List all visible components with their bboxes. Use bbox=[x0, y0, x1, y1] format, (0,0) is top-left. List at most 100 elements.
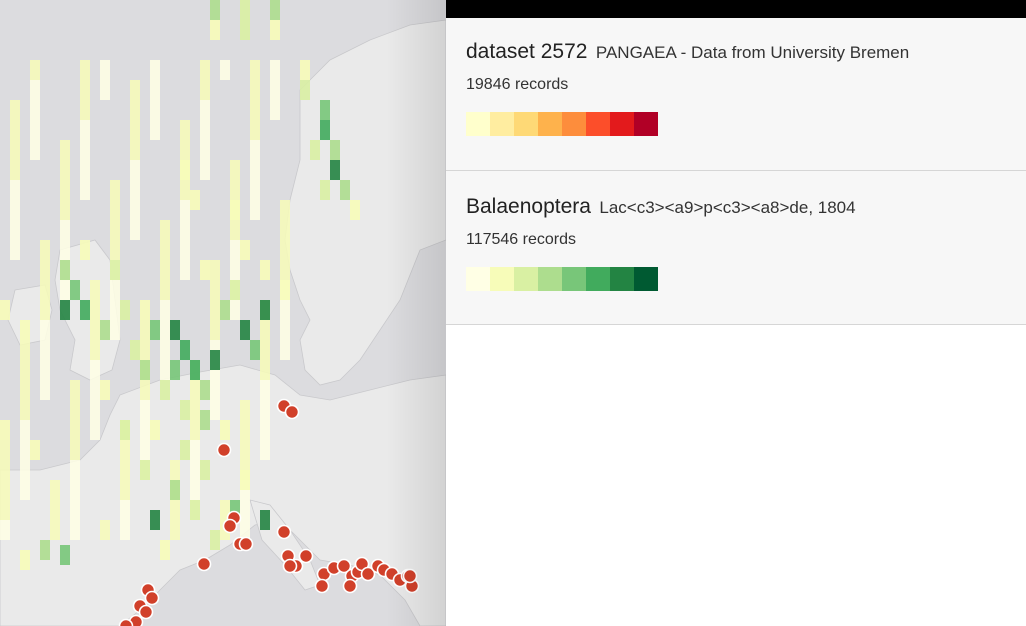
grid-cell bbox=[90, 340, 100, 360]
grid-cell bbox=[60, 280, 70, 300]
grid-cell bbox=[90, 360, 100, 380]
grid-cell bbox=[260, 380, 270, 400]
grid-cell bbox=[200, 410, 210, 430]
grid-cell bbox=[300, 80, 310, 100]
grid-cell bbox=[350, 200, 360, 220]
grid-cell bbox=[30, 120, 40, 140]
layer-title-row: dataset 2572 PANGAEA - Data from Univers… bbox=[466, 40, 1006, 64]
grid-cell bbox=[20, 550, 30, 570]
grid-cell bbox=[0, 420, 10, 440]
grid-cell bbox=[210, 260, 220, 280]
grid-cell bbox=[90, 400, 100, 420]
grid-cell bbox=[180, 440, 190, 460]
layer-card-balaenoptera[interactable]: Balaenoptera Lac<c3><a9>p<c3><a8>de, 180… bbox=[446, 171, 1026, 325]
grid-cell bbox=[100, 60, 110, 80]
occurrence-dot[interactable] bbox=[314, 578, 330, 594]
occurrence-dot[interactable] bbox=[284, 404, 300, 420]
grid-cell bbox=[40, 340, 50, 360]
grid-cell bbox=[110, 260, 120, 280]
grid-cell bbox=[60, 160, 70, 180]
grid-cell bbox=[250, 80, 260, 100]
occurrence-dot[interactable] bbox=[196, 556, 212, 572]
layer-record-count: 117546 records bbox=[466, 231, 576, 248]
grid-cell bbox=[100, 80, 110, 100]
grid-cell bbox=[20, 420, 30, 440]
grid-cell bbox=[260, 400, 270, 420]
occurrence-dot[interactable] bbox=[222, 518, 238, 534]
grid-cell bbox=[200, 80, 210, 100]
occurrence-dot[interactable] bbox=[118, 618, 134, 626]
occurrence-dot[interactable] bbox=[282, 558, 298, 574]
grid-cell bbox=[340, 180, 350, 200]
grid-cell bbox=[260, 300, 270, 320]
grid-cell bbox=[40, 260, 50, 280]
occurrence-dot[interactable] bbox=[276, 524, 292, 540]
occurrence-dot[interactable] bbox=[342, 578, 358, 594]
layer-title: Balaenoptera bbox=[466, 195, 591, 218]
grid-cell bbox=[200, 260, 210, 280]
grid-cell bbox=[180, 340, 190, 360]
occurrence-dot[interactable] bbox=[216, 442, 232, 458]
grid-cell bbox=[250, 160, 260, 180]
grid-cell bbox=[300, 60, 310, 80]
grid-cell bbox=[20, 340, 30, 360]
layer-title: dataset 2572 bbox=[466, 40, 588, 63]
grid-cell bbox=[280, 200, 290, 220]
occurrence-dot[interactable] bbox=[298, 548, 314, 564]
grid-cell bbox=[320, 180, 330, 200]
grid-cell bbox=[10, 160, 20, 180]
occurrence-dot[interactable] bbox=[238, 536, 254, 552]
grid-cell bbox=[180, 260, 190, 280]
grid-cell bbox=[210, 400, 220, 420]
grid-cell bbox=[40, 380, 50, 400]
color-ramp-legend bbox=[466, 112, 1006, 136]
grid-cell bbox=[120, 480, 130, 500]
grid-cell bbox=[110, 320, 120, 340]
grid-cell bbox=[180, 400, 190, 420]
legend-swatch bbox=[586, 112, 610, 136]
grid-cell bbox=[270, 60, 280, 80]
grid-cell bbox=[0, 300, 10, 320]
grid-cell bbox=[130, 80, 140, 100]
grid-cell bbox=[180, 180, 190, 200]
grid-cell bbox=[190, 480, 200, 500]
layer-card-dataset[interactable]: dataset 2572 PANGAEA - Data from Univers… bbox=[446, 18, 1026, 171]
grid-cell bbox=[80, 300, 90, 320]
grid-cell bbox=[10, 200, 20, 220]
grid-cell bbox=[10, 180, 20, 200]
grid-cell bbox=[240, 500, 250, 520]
grid-cell bbox=[210, 0, 220, 20]
grid-cell bbox=[190, 380, 200, 400]
grid-cell bbox=[70, 460, 80, 480]
occurrence-dot[interactable] bbox=[402, 568, 418, 584]
grid-cell bbox=[150, 420, 160, 440]
grid-cell bbox=[50, 500, 60, 520]
grid-cell bbox=[150, 510, 160, 530]
occurrence-dot[interactable] bbox=[144, 590, 160, 606]
grid-cell bbox=[230, 160, 240, 180]
grid-cell bbox=[190, 360, 200, 380]
grid-cell bbox=[190, 460, 200, 480]
grid-cell bbox=[240, 0, 250, 20]
grid-cell bbox=[230, 200, 240, 220]
grid-cell bbox=[160, 340, 170, 360]
grid-cell bbox=[60, 140, 70, 160]
map-canvas[interactable] bbox=[0, 0, 446, 626]
grid-cell bbox=[270, 0, 280, 20]
map-view[interactable] bbox=[0, 0, 446, 626]
grid-cell bbox=[140, 460, 150, 480]
layers-panel: dataset 2572 PANGAEA - Data from Univers… bbox=[446, 0, 1026, 626]
grid-cell bbox=[180, 220, 190, 240]
grid-cell bbox=[90, 380, 100, 400]
grid-cell bbox=[260, 360, 270, 380]
grid-cell bbox=[80, 160, 90, 180]
grid-cell bbox=[190, 500, 200, 520]
occurrence-dot[interactable] bbox=[138, 604, 154, 620]
grid-cell bbox=[190, 400, 200, 420]
grid-cell bbox=[60, 300, 70, 320]
grid-cell bbox=[180, 140, 190, 160]
grid-cell bbox=[230, 300, 240, 320]
grid-cell bbox=[70, 280, 80, 300]
grid-cell bbox=[260, 510, 270, 530]
layer-record-count: 19846 records bbox=[466, 76, 569, 93]
